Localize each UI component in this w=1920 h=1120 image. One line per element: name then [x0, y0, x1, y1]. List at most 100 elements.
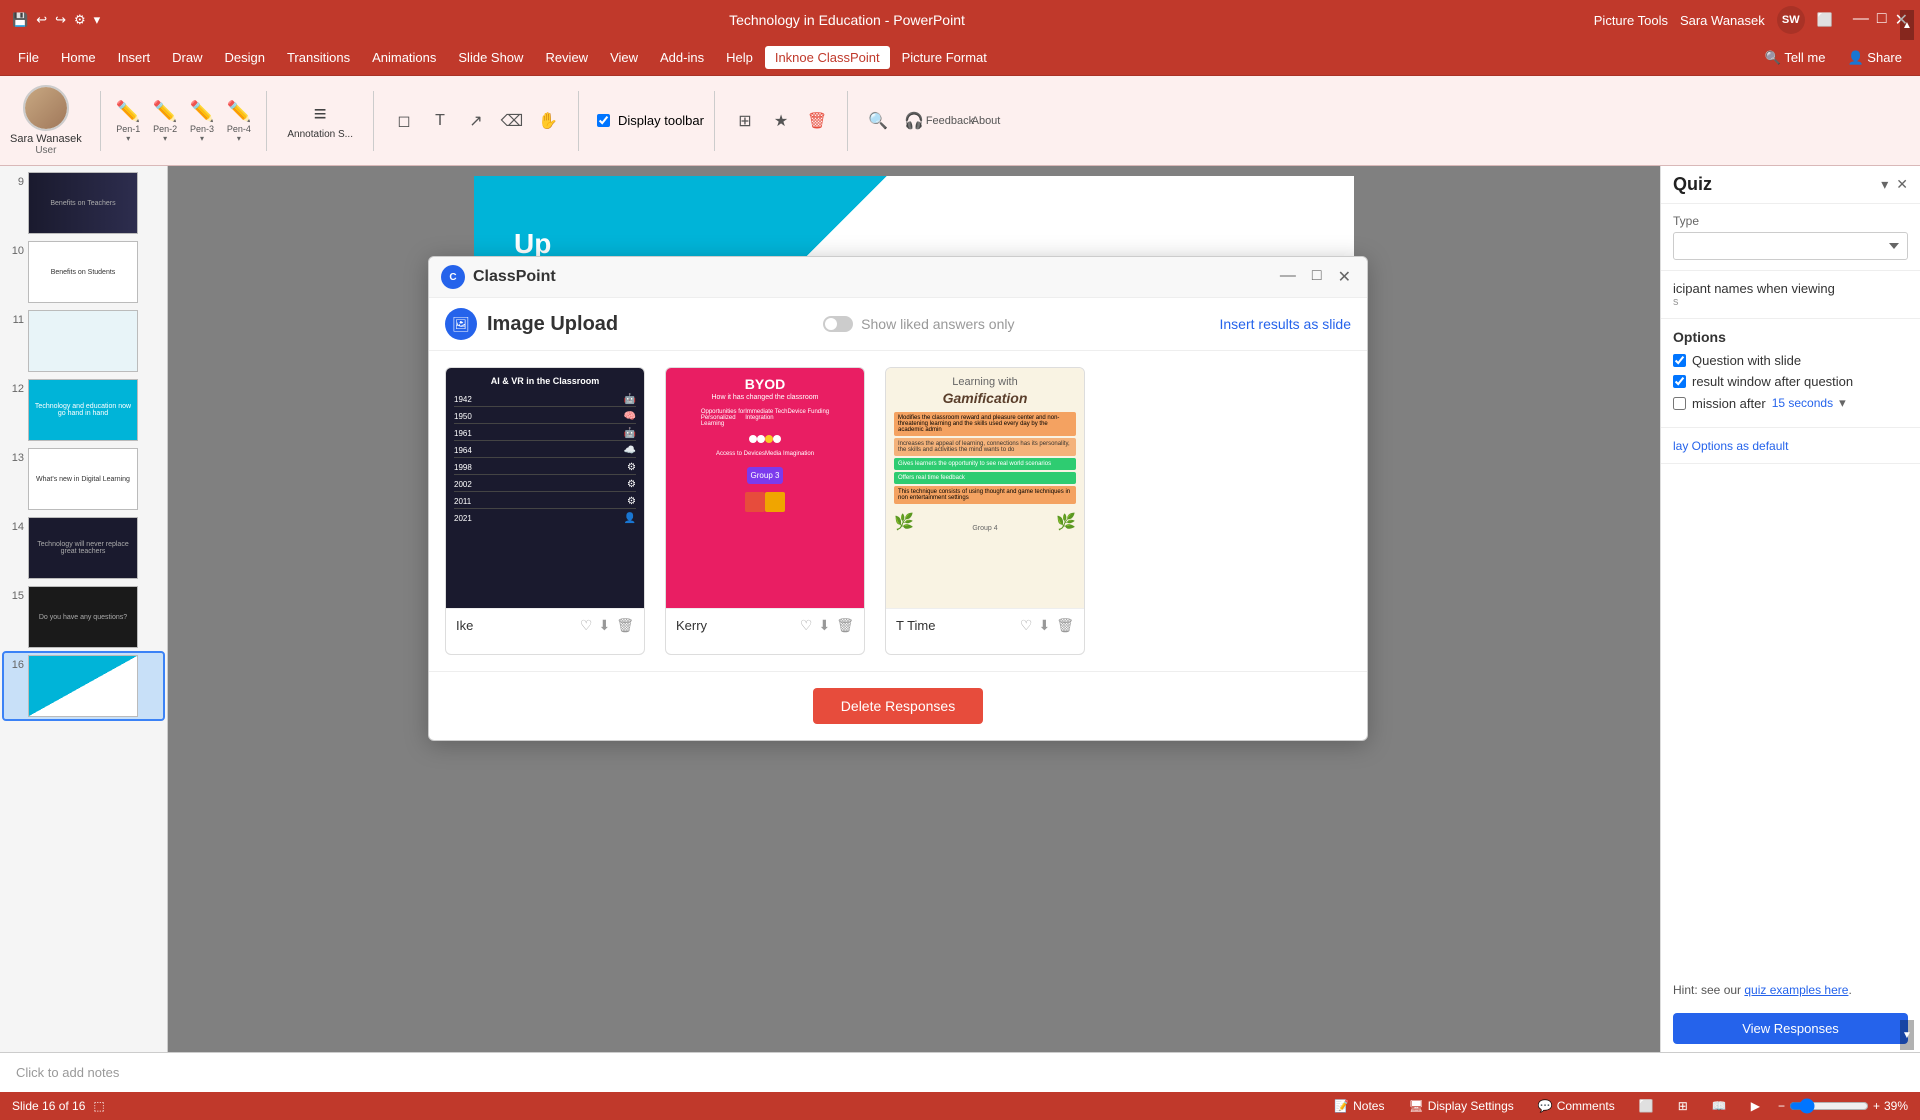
- dialog-maximize-button[interactable]: □: [1308, 267, 1326, 287]
- card-ike-name: Ike: [456, 618, 473, 633]
- menu-item-home[interactable]: Home: [51, 46, 106, 69]
- share-button[interactable]: 👤 Share: [1838, 46, 1913, 70]
- restore-window-icon[interactable]: ⬜: [1817, 12, 1833, 28]
- slide-thumb-15[interactable]: 15 Do you have any questions?: [4, 584, 163, 650]
- quiz-type-dropdown[interactable]: [1673, 232, 1908, 260]
- view-normal-button[interactable]: ⬜: [1633, 1097, 1660, 1115]
- view-responses-button[interactable]: View Responses: [1673, 1013, 1908, 1044]
- pen-4-button[interactable]: ✏️ Pen-4 ▾: [221, 97, 256, 145]
- comments-button[interactable]: 💬 Comments: [1532, 1097, 1621, 1115]
- shapes-button[interactable]: ◻: [388, 105, 420, 137]
- card-ike-download-icon[interactable]: ⬇: [598, 617, 610, 634]
- option-submission-checkbox[interactable]: [1673, 397, 1686, 410]
- display-toolbar-group: Display toolbar: [597, 113, 704, 128]
- insert-results-button[interactable]: Insert results as slide: [1220, 316, 1352, 332]
- submission-time-dropdown-icon[interactable]: ▾: [1839, 395, 1846, 411]
- zoom-minus-button[interactable]: −: [1778, 1099, 1785, 1113]
- slide-thumb-11[interactable]: 11: [4, 308, 163, 374]
- card-kerry-like-icon[interactable]: ♡: [800, 617, 813, 634]
- quiz-header-icons: ▾ ✕: [1881, 176, 1908, 193]
- pen-3-button[interactable]: ✏️ Pen-3 ▾: [185, 97, 220, 145]
- dialog-minimize-button[interactable]: —: [1276, 267, 1300, 287]
- menu-item-slideshow[interactable]: Slide Show: [448, 46, 533, 69]
- pen-2-button[interactable]: ✏️ Pen-2 ▾: [148, 97, 183, 145]
- user-avatar-badge[interactable]: SW: [1777, 6, 1805, 34]
- about-button[interactable]: About: [970, 105, 1002, 137]
- quiz-dropdown-icon[interactable]: ▾: [1881, 176, 1888, 193]
- fit-to-window-icon[interactable]: ⬚: [93, 1099, 104, 1113]
- slide-img-11: [28, 310, 138, 372]
- zoom-tool-button[interactable]: 🔍: [862, 105, 894, 137]
- quiz-examples-link[interactable]: quiz examples here: [1744, 983, 1848, 997]
- slide-panel: ▲ 9 Benefits on Teachers 10 Benefits on …: [0, 166, 168, 1052]
- menu-item-design[interactable]: Design: [215, 46, 275, 69]
- tell-me-search[interactable]: 🔍 Tell me: [1755, 46, 1836, 70]
- view-slideshow-button[interactable]: ▶: [1745, 1097, 1766, 1115]
- text-button[interactable]: T: [424, 105, 456, 137]
- card-ttime-like-icon[interactable]: ♡: [1020, 617, 1033, 634]
- card-kerry-download-icon[interactable]: ⬇: [818, 617, 830, 634]
- card-ttime-delete-icon[interactable]: 🗑: [1056, 617, 1074, 634]
- annotation-style-button[interactable]: ≡ Annotation S...: [281, 97, 359, 144]
- canvas-area: Up Gi D Wo C ClassPoint —: [168, 166, 1660, 1052]
- show-liked-section: Show liked answers only: [823, 316, 1014, 332]
- star-button[interactable]: ★: [765, 105, 797, 137]
- minimize-button[interactable]: —: [1853, 10, 1869, 30]
- menu-item-view[interactable]: View: [600, 46, 648, 69]
- feedback-button[interactable]: Feedback: [934, 105, 966, 137]
- card-ttime-actions: ♡ ⬇ 🗑: [1020, 617, 1074, 634]
- notes-placeholder[interactable]: Click to add notes: [16, 1065, 1904, 1080]
- zoom-plus-button[interactable]: +: [1873, 1099, 1880, 1113]
- menu-item-animations[interactable]: Animations: [362, 46, 446, 69]
- delete-button[interactable]: 🗑: [801, 105, 833, 137]
- ribbon-divider-1: [100, 91, 101, 151]
- dialog-header-title: Image Upload: [487, 313, 618, 336]
- arrow-button[interactable]: ↗: [460, 105, 492, 137]
- menu-item-review[interactable]: Review: [535, 46, 598, 69]
- customize-icon[interactable]: ⚙: [74, 12, 86, 28]
- card-ttime-image: Learning with Gamification Modifies the …: [886, 368, 1084, 608]
- zoom-slider[interactable]: [1789, 1098, 1869, 1114]
- show-liked-toggle[interactable]: [823, 316, 853, 332]
- option-result-window-checkbox[interactable]: [1673, 375, 1686, 388]
- dialog-close-button[interactable]: ✕: [1334, 267, 1355, 287]
- display-toolbar-checkbox[interactable]: [597, 114, 610, 127]
- view-sorter-button[interactable]: ⊞: [1672, 1097, 1694, 1115]
- ribbon: Sara Wanasek User ✏️ Pen-1 ▾ ✏️ Pen-2 ▾ …: [0, 76, 1920, 166]
- slide-thumb-13[interactable]: 13 What's new in Digital Learning: [4, 446, 163, 512]
- delete-responses-button[interactable]: Delete Responses: [813, 688, 983, 724]
- redo-icon[interactable]: ↪: [55, 12, 66, 28]
- slide-thumb-16[interactable]: 16: [4, 653, 163, 719]
- eraser-button[interactable]: ⌫: [496, 105, 528, 137]
- menu-item-picture-format[interactable]: Picture Format: [892, 46, 997, 69]
- menu-item-insert[interactable]: Insert: [108, 46, 161, 69]
- slide-thumb-9[interactable]: 9 Benefits on Teachers: [4, 170, 163, 236]
- menu-item-file[interactable]: File: [8, 46, 49, 69]
- ribbon-divider-4: [578, 91, 579, 151]
- undo-icon[interactable]: ↩: [36, 12, 47, 28]
- menu-item-classpoint[interactable]: Inknoe ClassPoint: [765, 46, 890, 69]
- save-icon[interactable]: 💾: [12, 12, 28, 28]
- grid-view-button[interactable]: ⊞: [729, 105, 761, 137]
- menu-item-help[interactable]: Help: [716, 46, 763, 69]
- slide-thumb-12[interactable]: 12 Technology and education now go hand …: [4, 377, 163, 443]
- card-ike-like-icon[interactable]: ♡: [580, 617, 593, 634]
- quiz-options-section: Options Question with slide result windo…: [1661, 319, 1920, 428]
- menu-item-draw[interactable]: Draw: [162, 46, 212, 69]
- display-settings-button[interactable]: 🖥 Display Settings: [1402, 1097, 1519, 1115]
- maximize-button[interactable]: □: [1877, 10, 1887, 30]
- notes-status-button[interactable]: 📝 Notes: [1328, 1097, 1390, 1115]
- card-kerry-delete-icon[interactable]: 🗑: [836, 617, 854, 634]
- view-reading-button[interactable]: 📖: [1706, 1097, 1733, 1115]
- menu-item-addins[interactable]: Add-ins: [650, 46, 714, 69]
- quiz-close-icon[interactable]: ✕: [1896, 176, 1908, 193]
- slide-thumb-10[interactable]: 10 Benefits on Students: [4, 239, 163, 305]
- menu-item-transitions[interactable]: Transitions: [277, 46, 360, 69]
- drag-button[interactable]: ✋: [532, 105, 564, 137]
- card-ttime-download-icon[interactable]: ⬇: [1038, 617, 1050, 634]
- option-question-slide-checkbox[interactable]: [1673, 354, 1686, 367]
- card-ike-delete-icon[interactable]: 🗑: [616, 617, 634, 634]
- set-default-link[interactable]: lay Options as default: [1673, 439, 1788, 453]
- slide-thumb-14[interactable]: 14 Technology will never replace great t…: [4, 515, 163, 581]
- pen-1-button[interactable]: ✏️ Pen-1 ▾: [111, 97, 146, 145]
